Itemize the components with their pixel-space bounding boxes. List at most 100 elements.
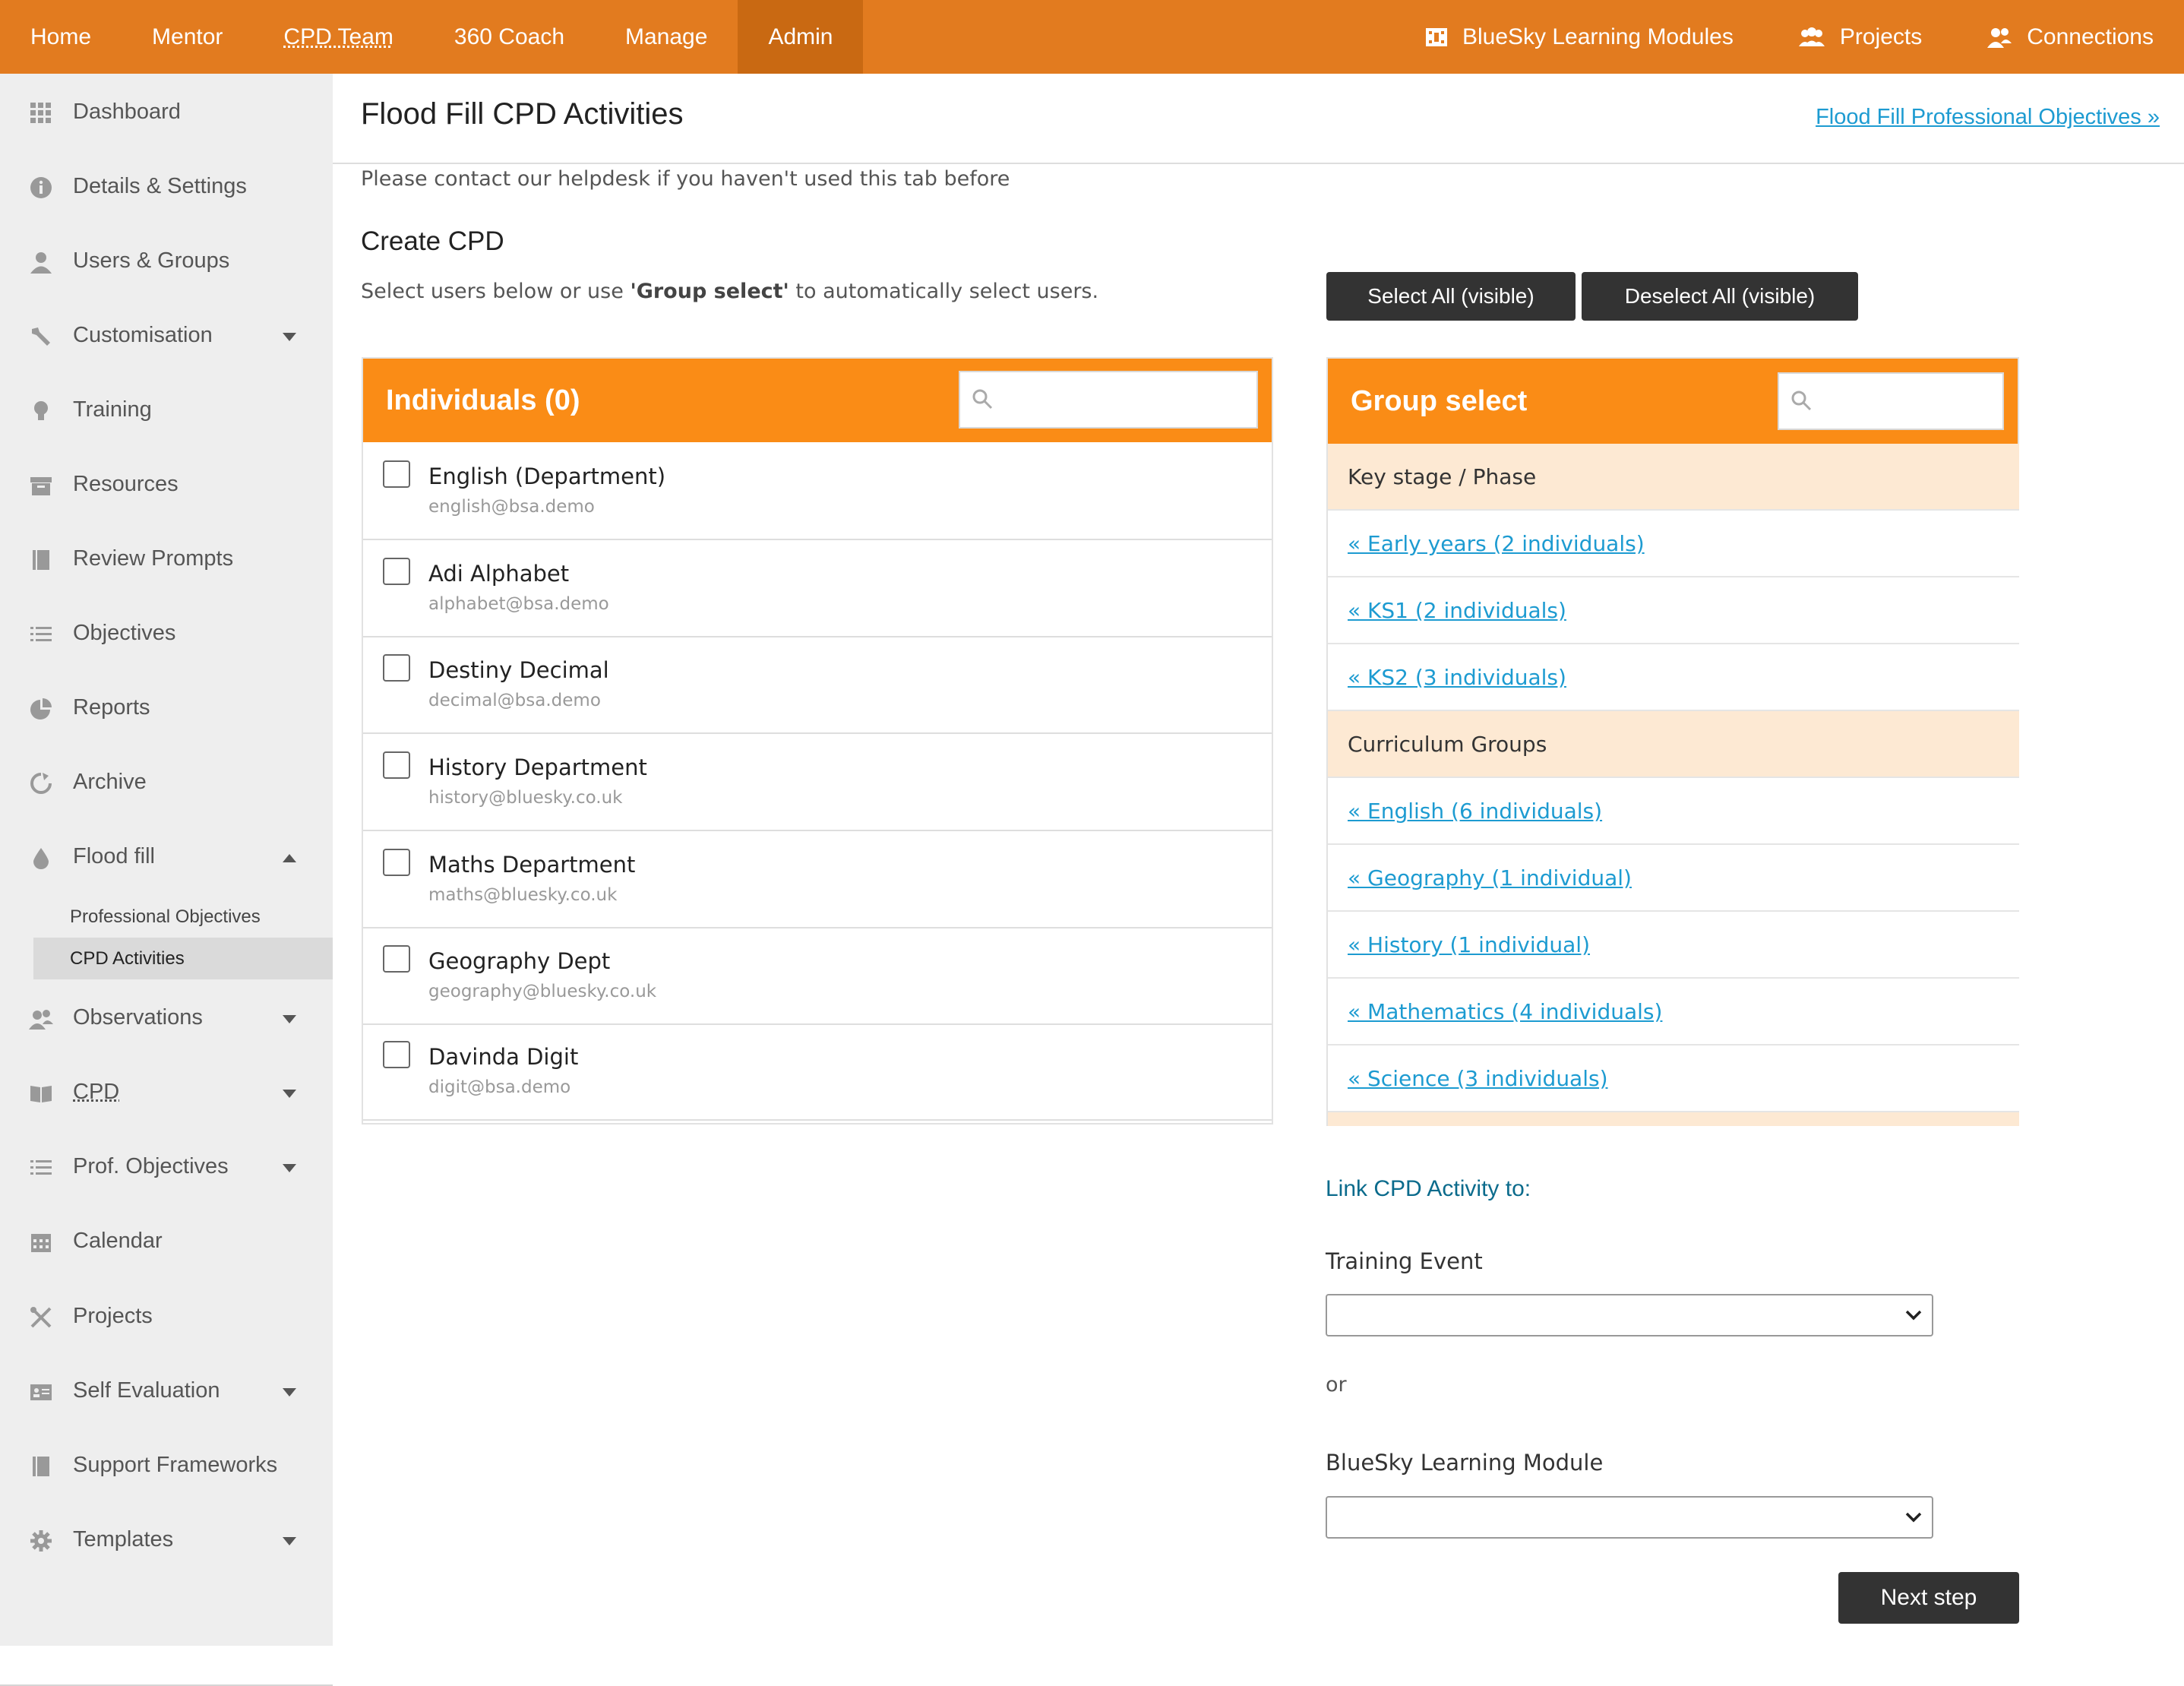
group-link-early-years[interactable]: « Early years (2 individuals)	[1328, 511, 2019, 577]
sidebar-item-support-frameworks[interactable]: Support Frameworks	[0, 1438, 333, 1491]
sidebar-label: Details & Settings	[73, 174, 247, 199]
page-title: Flood Fill CPD Activities	[361, 97, 684, 131]
nav-projects[interactable]: Projects	[1734, 0, 1922, 74]
list-item[interactable]: Geography Dept geography@bluesky.co.uk	[363, 927, 1272, 1025]
sidebar-item-training[interactable]: Training	[0, 383, 333, 436]
user-name: Geography Dept	[428, 948, 610, 974]
user-name: Destiny Decimal	[428, 657, 609, 683]
training-event-select[interactable]	[1326, 1294, 1933, 1336]
refresh-icon	[29, 771, 53, 796]
group-link-label[interactable]: « KS2 (3 individuals)	[1348, 665, 1566, 690]
sidebar-item-observations[interactable]: Observations	[0, 991, 333, 1044]
gear-icon	[29, 1529, 53, 1553]
nav-connections[interactable]: Connections	[1922, 0, 2154, 74]
chevron-down-icon[interactable]	[283, 1388, 296, 1397]
top-navigation-bar: Home Mentor CPD Team 360 Coach Manage Ad…	[0, 0, 2184, 74]
hint-text: Select users below or use	[361, 280, 630, 303]
group-link-label[interactable]: « English (6 individuals)	[1348, 799, 1602, 824]
search-icon	[971, 387, 994, 410]
sidebar-item-reports[interactable]: Reports	[0, 681, 333, 734]
list-item[interactable]: Maths Department maths@bluesky.co.uk	[363, 830, 1272, 928]
sidebar-item-resources[interactable]: Resources	[0, 457, 333, 511]
helpdesk-notice: Please contact our helpdesk if you haven…	[361, 167, 1010, 191]
sidebar-subitem-professional-objectives[interactable]: Professional Objectives	[33, 896, 333, 938]
group-link-science[interactable]: « Science (3 individuals)	[1328, 1045, 2019, 1112]
sidebar-item-dashboard[interactable]: Dashboard	[0, 85, 333, 138]
user-checkbox[interactable]	[383, 849, 410, 876]
sidebar-subitem-cpd-activities[interactable]: CPD Activities	[33, 938, 333, 979]
group-link-label[interactable]: « Science (3 individuals)	[1348, 1066, 1608, 1091]
group-link-label[interactable]: « Mathematics (4 individuals)	[1348, 999, 1662, 1024]
chevron-up-icon[interactable]	[283, 854, 296, 862]
sidebar-item-cpd[interactable]: CPD	[0, 1065, 333, 1118]
sidebar-item-details-settings[interactable]: Details & Settings	[0, 160, 333, 213]
group-link-label[interactable]: « Geography (1 individual)	[1348, 865, 1632, 890]
group-link-geography[interactable]: « Geography (1 individual)	[1328, 845, 2019, 912]
chevron-down-icon[interactable]	[283, 1015, 296, 1023]
nav-mentor[interactable]: Mentor	[122, 0, 253, 74]
sidebar-item-archive[interactable]: Archive	[0, 755, 333, 808]
user-checkbox[interactable]	[383, 654, 410, 682]
sidebar-item-prof-objectives[interactable]: Prof. Objectives	[0, 1140, 333, 1193]
nav-manage[interactable]: Manage	[595, 0, 738, 74]
chevron-down-icon[interactable]	[283, 1164, 296, 1172]
sidebar-label: Users & Groups	[73, 248, 229, 274]
group-link-ks1[interactable]: « KS1 (2 individuals)	[1328, 577, 2019, 644]
group-link-label[interactable]: « KS1 (2 individuals)	[1348, 598, 1566, 623]
individuals-panel-header: Individuals (0)	[363, 359, 1272, 442]
user-checkbox[interactable]	[383, 1041, 410, 1068]
training-event-label: Training Event	[1326, 1248, 1483, 1274]
learning-module-select[interactable]	[1326, 1496, 1933, 1539]
or-separator: or	[1326, 1373, 1347, 1397]
group-link-label[interactable]: « History (1 individual)	[1348, 932, 1590, 957]
sidebar-item-objectives[interactable]: Objectives	[0, 606, 333, 660]
list-item[interactable]: English (Department) english@bsa.demo	[363, 442, 1272, 540]
select-all-visible-button[interactable]: Select All (visible)	[1326, 272, 1576, 321]
list-item[interactable]: History Department history@bluesky.co.uk	[363, 733, 1272, 831]
group-search[interactable]	[1778, 372, 2004, 430]
main-nav: Home Mentor CPD Team 360 Coach Manage Ad…	[0, 0, 863, 74]
user-checkbox[interactable]	[383, 558, 410, 585]
droplet-icon	[29, 846, 53, 870]
id-card-icon	[29, 1380, 53, 1404]
sidebar-item-flood-fill[interactable]: Flood fill	[0, 830, 333, 883]
user-checkbox[interactable]	[383, 751, 410, 779]
nav-360-coach[interactable]: 360 Coach	[424, 0, 595, 74]
nav-learning-modules[interactable]: BlueSky Learning Modules	[1361, 0, 1734, 74]
sidebar-item-users-groups[interactable]: Users & Groups	[0, 234, 333, 287]
group-link-english[interactable]: « English (6 individuals)	[1328, 778, 2019, 845]
next-step-button[interactable]: Next step	[1838, 1572, 2019, 1624]
deselect-all-visible-button[interactable]: Deselect All (visible)	[1582, 272, 1858, 321]
sidebar-item-customisation[interactable]: Customisation	[0, 308, 333, 362]
sidebar-label: Prof. Objectives	[73, 1154, 229, 1179]
chevron-down-icon[interactable]	[283, 1090, 296, 1098]
group-search-input[interactable]	[1816, 377, 1998, 425]
nav-cpd-team[interactable]: CPD Team	[253, 0, 424, 74]
user-checkbox[interactable]	[383, 945, 410, 973]
list-item[interactable]: Davinda Digit digit@bsa.demo	[363, 1023, 1272, 1121]
sidebar-label: Training	[73, 397, 152, 422]
sidebar-item-self-evaluation[interactable]: Self Evaluation	[0, 1364, 333, 1417]
sidebar-item-calendar[interactable]: Calendar	[0, 1214, 333, 1267]
create-cpd-heading: Create CPD	[361, 226, 504, 257]
sidebar-label: Customisation	[73, 323, 213, 348]
group-link-history[interactable]: « History (1 individual)	[1328, 912, 2019, 979]
tools-icon	[29, 1305, 53, 1330]
nav-admin[interactable]: Admin	[738, 0, 863, 74]
flood-fill-professional-objectives-link[interactable]: Flood Fill Professional Objectives »	[1816, 105, 2160, 130]
sidebar-item-projects[interactable]: Projects	[0, 1289, 333, 1343]
group-link-ks2[interactable]: « KS2 (3 individuals)	[1328, 644, 2019, 711]
nav-home[interactable]: Home	[0, 0, 122, 74]
individuals-search[interactable]	[959, 371, 1258, 429]
group-link-label[interactable]: « Early years (2 individuals)	[1348, 531, 1645, 556]
sidebar-item-review-prompts[interactable]: Review Prompts	[0, 532, 333, 585]
list-item[interactable]: Adi Alphabet alphabet@bsa.demo	[363, 539, 1272, 637]
chevron-down-icon[interactable]	[283, 1537, 296, 1545]
individuals-search-input[interactable]	[997, 375, 1252, 424]
sidebar-item-templates[interactable]: Templates	[0, 1513, 333, 1566]
group-link-mathematics[interactable]: « Mathematics (4 individuals)	[1328, 979, 2019, 1045]
chevron-down-icon[interactable]	[283, 333, 296, 341]
select-users-hint: Select users below or use 'Group select'…	[361, 280, 1098, 303]
user-checkbox[interactable]	[383, 460, 410, 488]
list-item[interactable]: Destiny Decimal decimal@bsa.demo	[363, 636, 1272, 734]
